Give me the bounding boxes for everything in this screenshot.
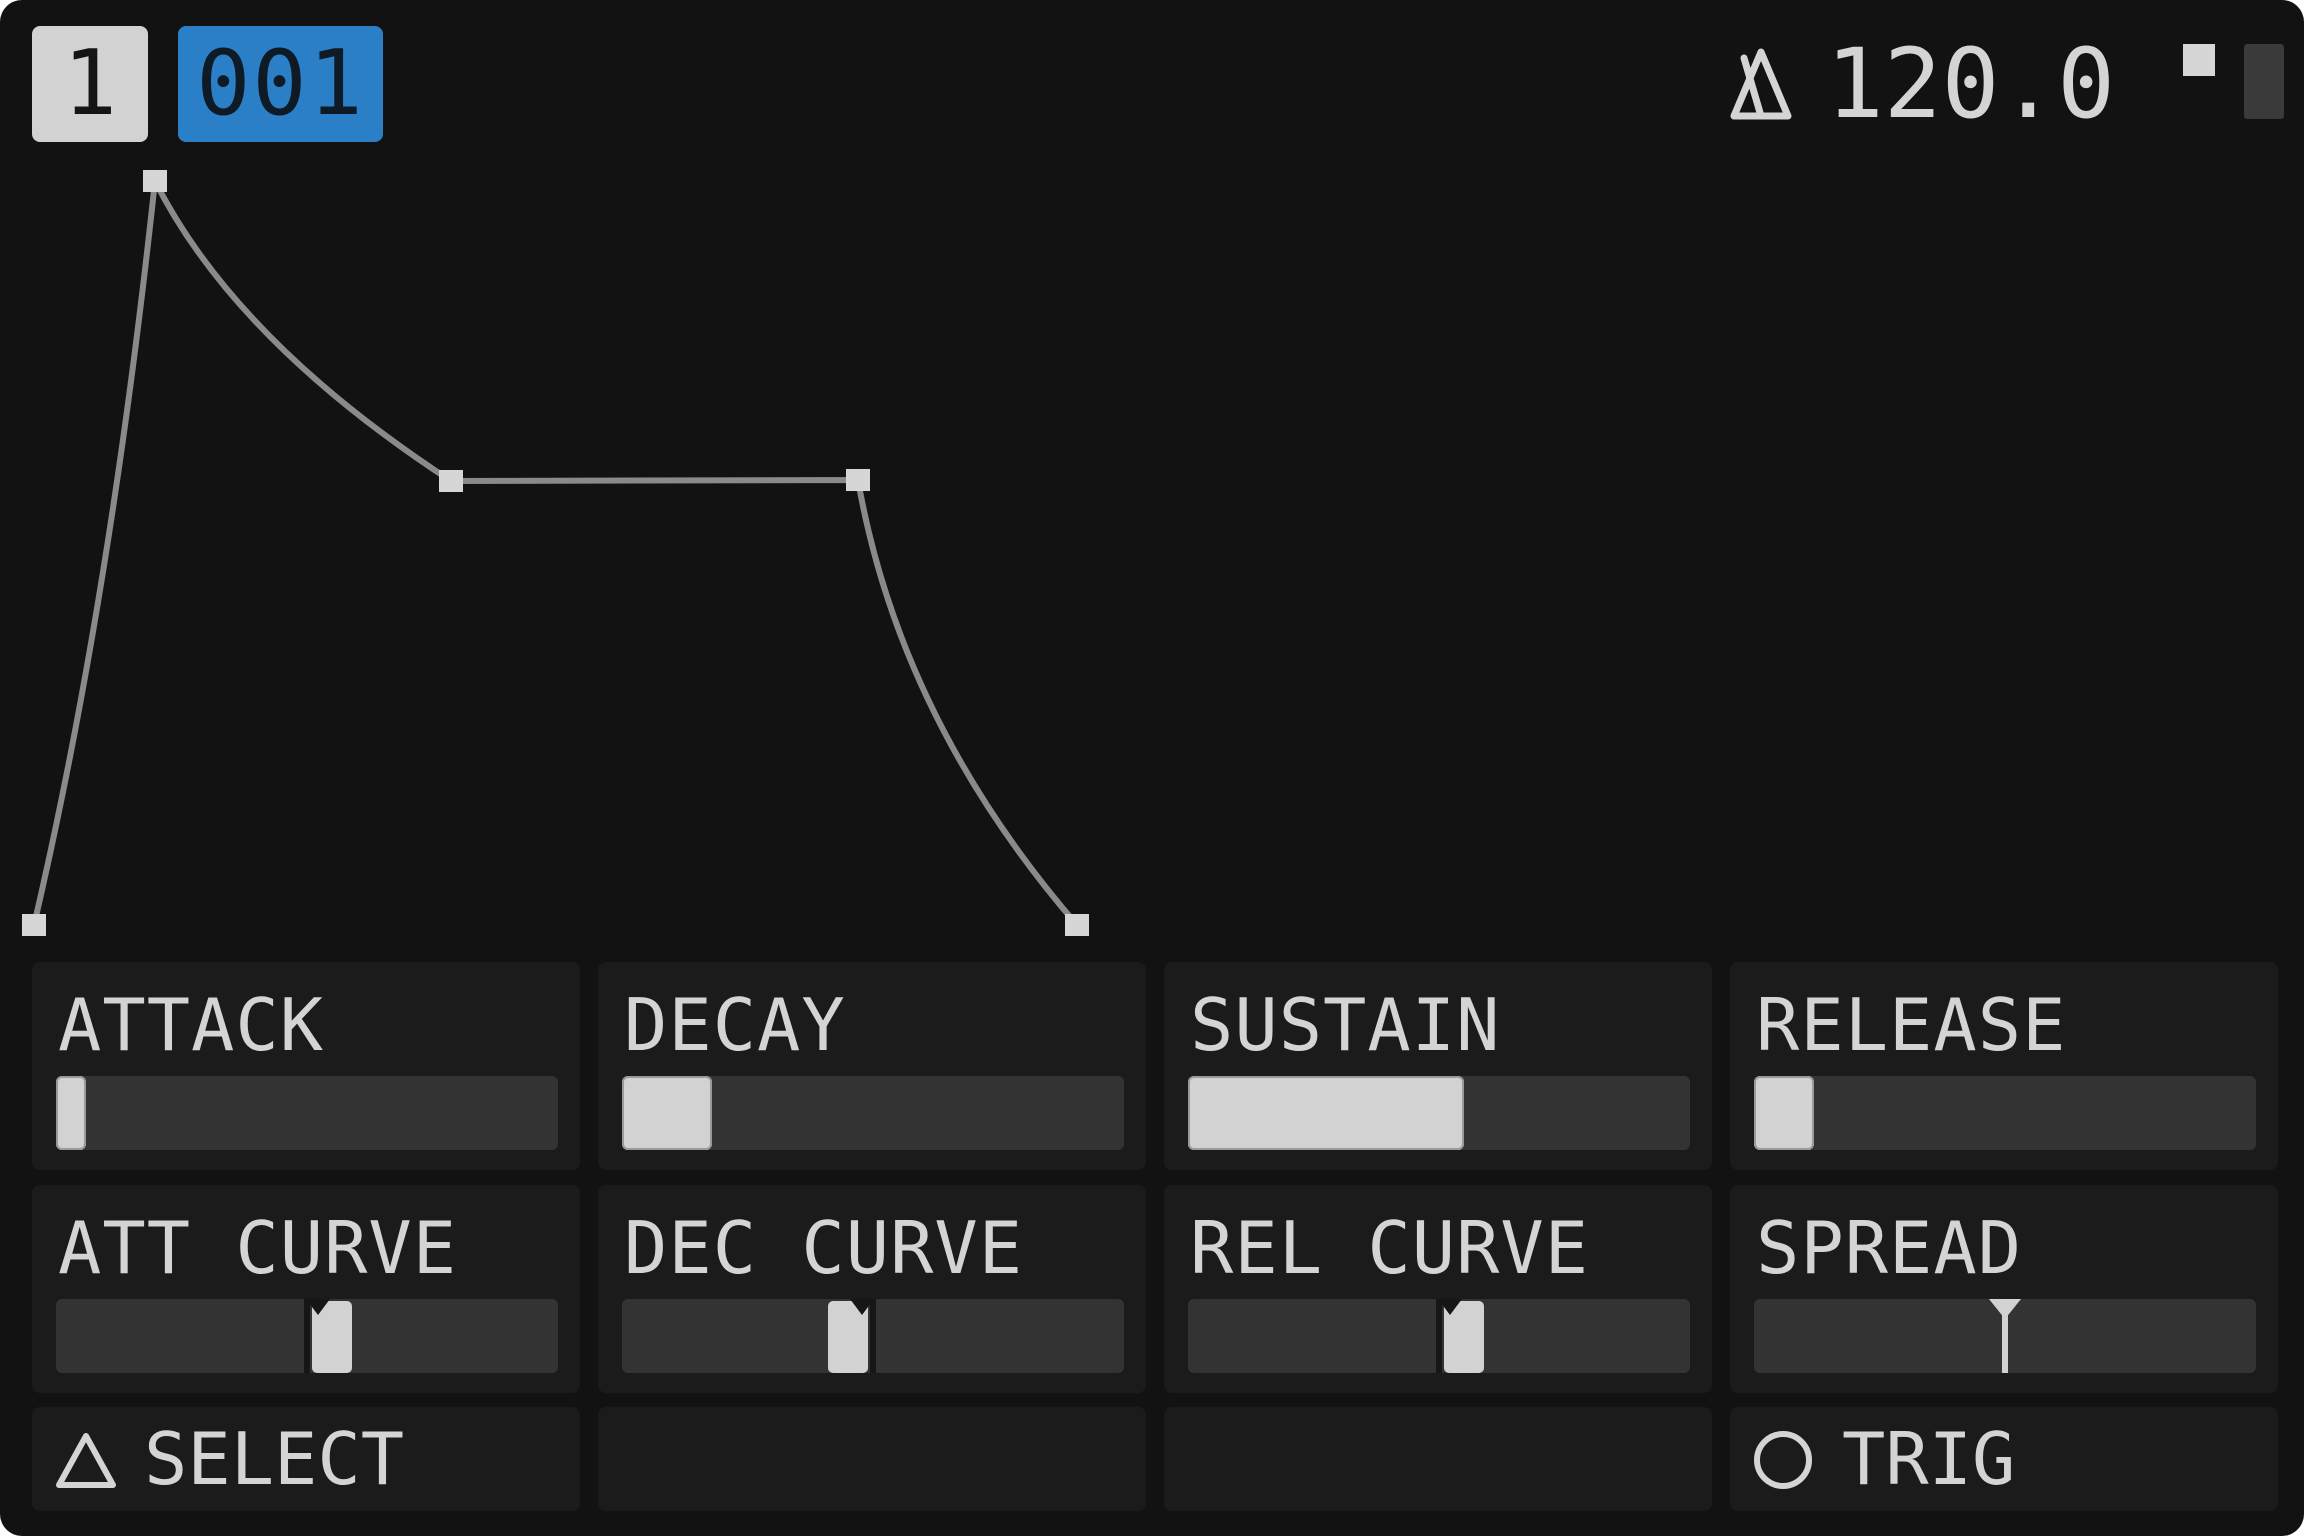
att-curve-panel[interactable]: ATT CURVE (32, 1185, 580, 1393)
envelope-graph (22, 170, 1089, 936)
dec-curve-panel[interactable]: DEC CURVE (598, 1185, 1146, 1393)
sustain-slider-fill (1188, 1076, 1464, 1150)
dec-curve-notch (850, 1299, 874, 1315)
attack-peak-point[interactable] (143, 170, 167, 192)
envelope-curve (31, 178, 1080, 927)
release-label: RELEASE (1756, 983, 2067, 1067)
dec-curve-label: DEC CURVE (624, 1206, 1024, 1290)
decay-slider[interactable] (622, 1076, 1124, 1150)
track-number-badge[interactable]: 1 (32, 26, 148, 142)
dec-curve-slider[interactable] (622, 1299, 1124, 1373)
trig-label: TRIG (1842, 1417, 2016, 1501)
decay-slider-fill (622, 1076, 712, 1150)
spread-label: SPREAD (1756, 1206, 2023, 1290)
attack-slider[interactable] (56, 1076, 558, 1150)
pattern-number-badge[interactable]: 001 (178, 26, 383, 142)
release-panel[interactable]: RELEASE (1730, 962, 2278, 1170)
release-slider[interactable] (1754, 1076, 2256, 1150)
select-button[interactable]: SELECT (32, 1407, 580, 1511)
envelope-editor-screen: 1 001 120.0 ATTACK DECAY SUSTAIN RELEASE (0, 0, 2304, 1536)
spread-pointer (1989, 1299, 2021, 1319)
select-label: SELECT (144, 1417, 405, 1501)
att-curve-slider[interactable] (56, 1299, 558, 1373)
status-indicator (2183, 44, 2215, 76)
decay-end-point[interactable] (439, 470, 463, 492)
rel-curve-panel[interactable]: REL CURVE (1164, 1185, 1712, 1393)
rel-curve-notch (1438, 1299, 1462, 1315)
rel-curve-slider[interactable] (1188, 1299, 1690, 1373)
spread-slider[interactable] (1754, 1299, 2256, 1373)
envelope-start-point[interactable] (22, 914, 46, 936)
spread-panel[interactable]: SPREAD (1730, 1185, 2278, 1393)
level-meter (2244, 44, 2284, 119)
attack-slider-fill (56, 1076, 86, 1150)
rel-curve-label: REL CURVE (1190, 1206, 1590, 1290)
circle-icon (1754, 1431, 1812, 1489)
att-curve-label: ATT CURVE (58, 1206, 458, 1290)
tempo-readout[interactable]: 120.0 (1826, 26, 2115, 142)
attack-panel[interactable]: ATTACK (32, 962, 580, 1170)
sustain-end-point[interactable] (846, 469, 870, 491)
trig-button[interactable]: TRIG (1730, 1407, 2278, 1511)
decay-label: DECAY (624, 983, 846, 1067)
release-slider-fill (1754, 1076, 1814, 1150)
sustain-panel[interactable]: SUSTAIN (1164, 962, 1712, 1170)
sustain-slider[interactable] (1188, 1076, 1690, 1150)
empty-slot-2 (598, 1407, 1146, 1511)
att-curve-notch (306, 1299, 330, 1315)
triangle-icon (56, 1433, 116, 1488)
sustain-label: SUSTAIN (1190, 983, 1501, 1067)
metronome-icon (1730, 48, 1792, 120)
attack-label: ATTACK (58, 983, 325, 1067)
release-end-point[interactable] (1065, 914, 1089, 936)
decay-panel[interactable]: DECAY (598, 962, 1146, 1170)
empty-slot-3 (1164, 1407, 1712, 1511)
